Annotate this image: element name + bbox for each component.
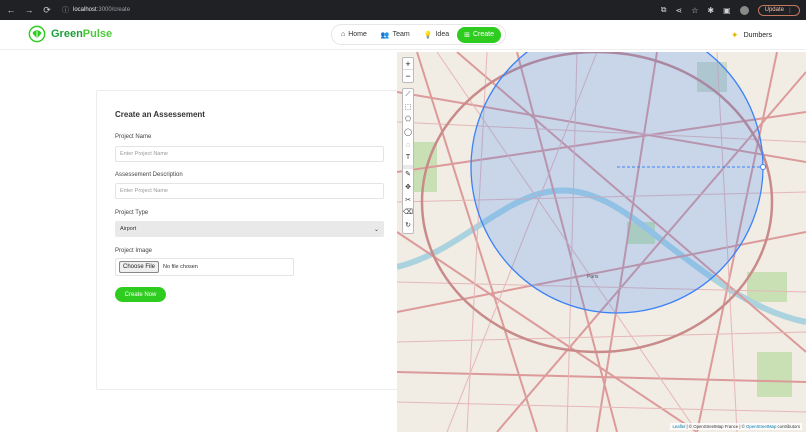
brand-logo[interactable]: GreenPulse: [28, 25, 112, 43]
draw-rectangle-icon[interactable]: ⬚: [403, 102, 413, 115]
sparkle-icon: ✦: [731, 30, 739, 40]
project-type-label: Project Type: [115, 210, 149, 216]
app-header: GreenPulse ⌂ Home 👥 Team 💡 Idea ⊞ Create ✦ D…: [0, 20, 806, 50]
edit-layers-icon[interactable]: ✎: [403, 169, 413, 182]
circle-resize-handle[interactable]: [760, 164, 766, 170]
city-label: Paris: [587, 274, 599, 280]
cut-layers-icon[interactable]: ✂: [403, 195, 413, 208]
attribution-tail: contributors: [776, 424, 800, 429]
choose-file-button[interactable]: Choose File: [119, 261, 160, 273]
address-bar[interactable]: ⓘ localhost:3000/create: [62, 5, 130, 15]
create-now-button[interactable]: Create Now: [115, 287, 166, 302]
form-title: Create an Assessement: [115, 110, 205, 119]
chevron-down-icon: ⌄: [373, 226, 379, 233]
translate-icon[interactable]: ⧉: [661, 5, 667, 15]
brand-green: Green: [51, 28, 83, 40]
brand-name: GreenPulse: [51, 28, 112, 40]
zoom-control: + −: [402, 57, 414, 83]
nav-create[interactable]: ⊞ Create: [457, 26, 501, 43]
description-label: Assessement Description: [115, 172, 183, 178]
profile-icon[interactable]: [739, 5, 749, 15]
project-type-value: Airport: [120, 226, 137, 232]
park-area: [757, 352, 792, 397]
draw-text-icon[interactable]: T: [403, 152, 413, 165]
draw-circlemarker-icon[interactable]: ◌: [403, 140, 413, 153]
forward-icon[interactable]: →: [24, 5, 34, 16]
browser-nav: ← → ⟳: [6, 5, 52, 16]
draw-circle-icon[interactable]: ◯: [403, 127, 413, 140]
user-name: Dumbers: [743, 32, 772, 39]
attribution-text: | © OpenStreetMap France | ©: [685, 424, 746, 429]
project-type-select[interactable]: Airport ⌄: [115, 221, 384, 237]
nav-home-label: Home: [348, 31, 367, 38]
update-label: Update: [764, 7, 784, 13]
draw-polygon-icon[interactable]: ⬠: [403, 114, 413, 127]
project-name-input[interactable]: [115, 146, 384, 162]
main-nav: ⌂ Home 👥 Team 💡 Idea ⊞ Create: [331, 24, 506, 45]
leaflet-link[interactable]: Leaflet: [672, 424, 685, 429]
nav-team[interactable]: 👥 Team: [375, 28, 416, 42]
map-attribution: Leaflet | © OpenStreetMap France | © Ope…: [670, 423, 802, 430]
reload-icon[interactable]: ⟳: [42, 5, 52, 16]
draw-toolbar: ⟋ ⬚ ⬠ ◯ ◌ T ✎ ✥ ✂ ⌫ ↻: [402, 88, 414, 234]
project-image-label: Project Image: [115, 248, 153, 254]
plus-square-icon: ⊞: [464, 31, 470, 39]
browser-actions: ⧉ ⋖ ☆ ✱ ▣ Update ⋮: [661, 4, 800, 16]
map-tiles[interactable]: [397, 52, 806, 432]
update-button[interactable]: Update ⋮: [757, 4, 800, 16]
assessment-form-card: Create an Assessement Project Name Asses…: [96, 90, 398, 390]
description-input[interactable]: [115, 183, 384, 199]
nav-home[interactable]: ⌂ Home: [335, 28, 373, 41]
draw-polyline-icon[interactable]: ⟋: [403, 89, 413, 102]
project-image-file-input[interactable]: Choose File No file chosen: [115, 258, 294, 276]
team-icon: 👥: [380, 31, 390, 39]
zoom-in-button[interactable]: +: [403, 58, 413, 70]
nav-idea[interactable]: 💡 Idea: [418, 28, 455, 42]
leaf-logo-icon: [28, 25, 46, 43]
star-icon[interactable]: ☆: [691, 6, 698, 15]
osm-link[interactable]: OpenStreetMap: [746, 424, 776, 429]
user-menu[interactable]: ✦ Dumbers: [731, 30, 772, 41]
kebab-icon: ⋮: [787, 7, 793, 14]
url-host: localhost: [73, 7, 97, 13]
lightbulb-icon: 💡: [423, 31, 433, 39]
extensions-icon[interactable]: ✱: [707, 6, 714, 15]
share-icon[interactable]: ⋖: [676, 6, 683, 15]
nav-idea-label: Idea: [435, 31, 450, 38]
zoom-out-button[interactable]: −: [403, 70, 413, 82]
brand-pulse: Pulse: [82, 28, 113, 40]
park-area: [747, 272, 787, 302]
erase-layers-icon[interactable]: ⌫: [403, 207, 413, 220]
sidebar-icon[interactable]: ▣: [723, 6, 731, 15]
map-view[interactable]: Paris + − ⟋ ⬚ ⬠ ◯ ◌ T ✎ ✥ ✂ ⌫ ↻ Leaflet …: [397, 52, 806, 432]
nav-create-label: Create: [472, 31, 494, 38]
project-name-label: Project Name: [115, 134, 152, 140]
nav-team-label: Team: [392, 31, 410, 38]
rotate-layers-icon[interactable]: ↻: [403, 220, 413, 233]
info-icon: ⓘ: [62, 7, 69, 14]
back-icon[interactable]: ←: [6, 5, 16, 16]
drag-layers-icon[interactable]: ✥: [403, 182, 413, 195]
home-icon: ⌂: [341, 31, 346, 38]
no-file-text: No file chosen: [163, 264, 198, 270]
url-path: :3000/create: [96, 7, 131, 13]
browser-chrome: ← → ⟳ ⓘ localhost:3000/create ⧉ ⋖ ☆ ✱ ▣ …: [0, 0, 806, 20]
